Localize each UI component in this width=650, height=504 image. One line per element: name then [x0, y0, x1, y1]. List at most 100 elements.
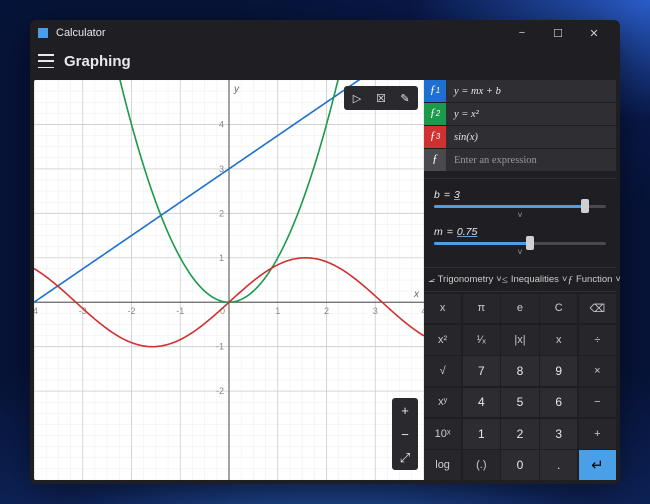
function-input-row[interactable]: ƒEnter an expression — [424, 149, 616, 171]
slider-var: b — [434, 189, 440, 201]
key-c[interactable]: C — [540, 294, 577, 324]
trace-tool-icon[interactable]: ▷ — [348, 92, 366, 105]
svg-text:1: 1 — [219, 253, 224, 263]
category-row: ⦟ Trigonometry ˅ ≤ Inequalities ˅ ƒ Func… — [424, 268, 616, 292]
key-[interactable]: − — [579, 388, 616, 418]
window-title: Calculator — [56, 27, 106, 39]
function-row[interactable]: ƒ1y = mx + b — [424, 80, 616, 102]
graph-pane[interactable]: yx-4-3-2-112340-2-11234 ▷ ☒ ✎ + − ⤢ — [34, 80, 424, 480]
mode-title: Graphing — [64, 53, 131, 70]
svg-text:-2: -2 — [127, 306, 135, 316]
key-[interactable]: ↵ — [579, 450, 616, 480]
slider-m: m = 0.75˅ — [434, 226, 606, 257]
key-3[interactable]: 3 — [540, 419, 577, 449]
svg-text:2: 2 — [324, 306, 329, 316]
key-0[interactable]: 0 — [501, 450, 538, 480]
function-list: ƒ1y = mx + bƒ2y = x²ƒ3sin(x)ƒEnter an ex… — [424, 80, 616, 172]
inequality-icon: ≤ — [502, 274, 508, 286]
key-x[interactable]: x² — [424, 325, 461, 355]
key-x[interactable]: |x| — [501, 325, 538, 355]
key-x[interactable]: x — [540, 325, 577, 355]
key-6[interactable]: 6 — [540, 388, 577, 418]
titlebar[interactable]: Calculator − ☐ ✕ — [30, 20, 620, 46]
category-function[interactable]: ƒ Function ˅ — [567, 274, 620, 286]
key-4[interactable]: 4 — [463, 388, 500, 418]
svg-text:y: y — [233, 84, 240, 95]
function-row[interactable]: ƒ3sin(x) — [424, 126, 616, 148]
svg-text:3: 3 — [373, 306, 378, 316]
key-10[interactable]: 10ˣ — [424, 419, 461, 449]
chevron-down-icon: ˅ — [615, 274, 620, 285]
svg-text:1: 1 — [275, 306, 280, 316]
menu-icon[interactable] — [38, 54, 54, 68]
key-7[interactable]: 7 — [463, 356, 500, 386]
svg-text:2: 2 — [219, 208, 224, 218]
key-[interactable]: + — [579, 419, 616, 449]
chevron-down-icon[interactable]: ˅ — [434, 247, 606, 257]
function-expression[interactable]: y = x² — [446, 103, 616, 125]
key-[interactable]: π — [463, 294, 500, 324]
function-row[interactable]: ƒ2y = x² — [424, 103, 616, 125]
side-panel: ƒ1y = mx + bƒ2y = x²ƒ3sin(x)ƒEnter an ex… — [424, 80, 616, 480]
zoom-controls: + − ⤢ — [392, 398, 418, 470]
key-5[interactable]: 5 — [501, 388, 538, 418]
calculator-window: Calculator − ☐ ✕ Graphing yx-4-3-2-11234… — [30, 20, 620, 484]
key-[interactable]: ÷ — [579, 325, 616, 355]
key-[interactable]: ⌫ — [579, 294, 616, 324]
key-1[interactable]: 1 — [463, 419, 500, 449]
function-badge[interactable]: ƒ3 — [424, 126, 446, 148]
key-[interactable]: ¹⁄ₓ — [463, 325, 500, 355]
slider-value[interactable]: 0.75 — [457, 226, 477, 238]
app-icon — [38, 28, 48, 38]
svg-text:-1: -1 — [176, 306, 184, 316]
svg-text:-2: -2 — [216, 386, 224, 396]
function-expression[interactable]: sin(x) — [446, 126, 616, 148]
settings-tool-icon[interactable]: ✎ — [396, 92, 414, 105]
keypad: xπeC⌫x²¹⁄ₓ|x|x÷√789×xʸ456−10ˣ123+log(.)0… — [424, 292, 616, 480]
slider-thumb[interactable] — [526, 236, 534, 250]
key-2[interactable]: 2 — [501, 419, 538, 449]
category-inequalities[interactable]: ≤ Inequalities ˅ — [502, 274, 568, 286]
slider-b: b = 3˅ — [434, 189, 606, 220]
angle-icon: ⦟ — [428, 273, 435, 286]
key-graph-tool-icon[interactable]: ☒ — [372, 92, 390, 105]
header: Graphing — [30, 46, 620, 76]
svg-text:4: 4 — [421, 306, 424, 316]
key-[interactable]: √ — [424, 356, 461, 386]
svg-text:-1: -1 — [216, 342, 224, 352]
zoom-out-button[interactable]: − — [392, 422, 418, 446]
slider-var: m — [434, 226, 443, 238]
function-badge[interactable]: ƒ1 — [424, 80, 446, 102]
key-[interactable]: . — [540, 450, 577, 480]
slider-thumb[interactable] — [581, 199, 589, 213]
key-log[interactable]: log — [424, 450, 461, 480]
function-expression[interactable]: y = mx + b — [446, 80, 616, 102]
slider-track[interactable] — [434, 205, 606, 208]
key-8[interactable]: 8 — [501, 356, 538, 386]
chevron-down-icon[interactable]: ˅ — [434, 210, 606, 220]
key-[interactable]: × — [579, 356, 616, 386]
category-trigonometry[interactable]: ⦟ Trigonometry ˅ — [428, 273, 502, 286]
zoom-in-button[interactable]: + — [392, 398, 418, 422]
svg-text:x: x — [413, 289, 420, 300]
zoom-fit-button[interactable]: ⤢ — [392, 446, 418, 470]
key-9[interactable]: 9 — [540, 356, 577, 386]
function-icon: ƒ — [567, 274, 573, 286]
key-e[interactable]: e — [501, 294, 538, 324]
graph-toolbar: ▷ ☒ ✎ — [344, 86, 418, 110]
function-badge[interactable]: ƒ — [424, 149, 446, 171]
svg-text:4: 4 — [219, 119, 224, 129]
minimize-button[interactable]: − — [504, 20, 540, 46]
graph-canvas: yx-4-3-2-112340-2-11234 — [34, 80, 424, 480]
slider-value[interactable]: 3 — [454, 189, 460, 201]
variable-sliders: b = 3˅m = 0.75˅ — [424, 178, 616, 268]
function-badge[interactable]: ƒ2 — [424, 103, 446, 125]
key-x[interactable]: xʸ — [424, 388, 461, 418]
svg-text:-4: -4 — [34, 306, 38, 316]
maximize-button[interactable]: ☐ — [540, 20, 576, 46]
function-expression[interactable]: Enter an expression — [446, 149, 616, 171]
key-[interactable]: (.) — [463, 450, 500, 480]
close-button[interactable]: ✕ — [576, 20, 612, 46]
key-x[interactable]: x — [424, 294, 461, 324]
slider-track[interactable] — [434, 242, 606, 245]
